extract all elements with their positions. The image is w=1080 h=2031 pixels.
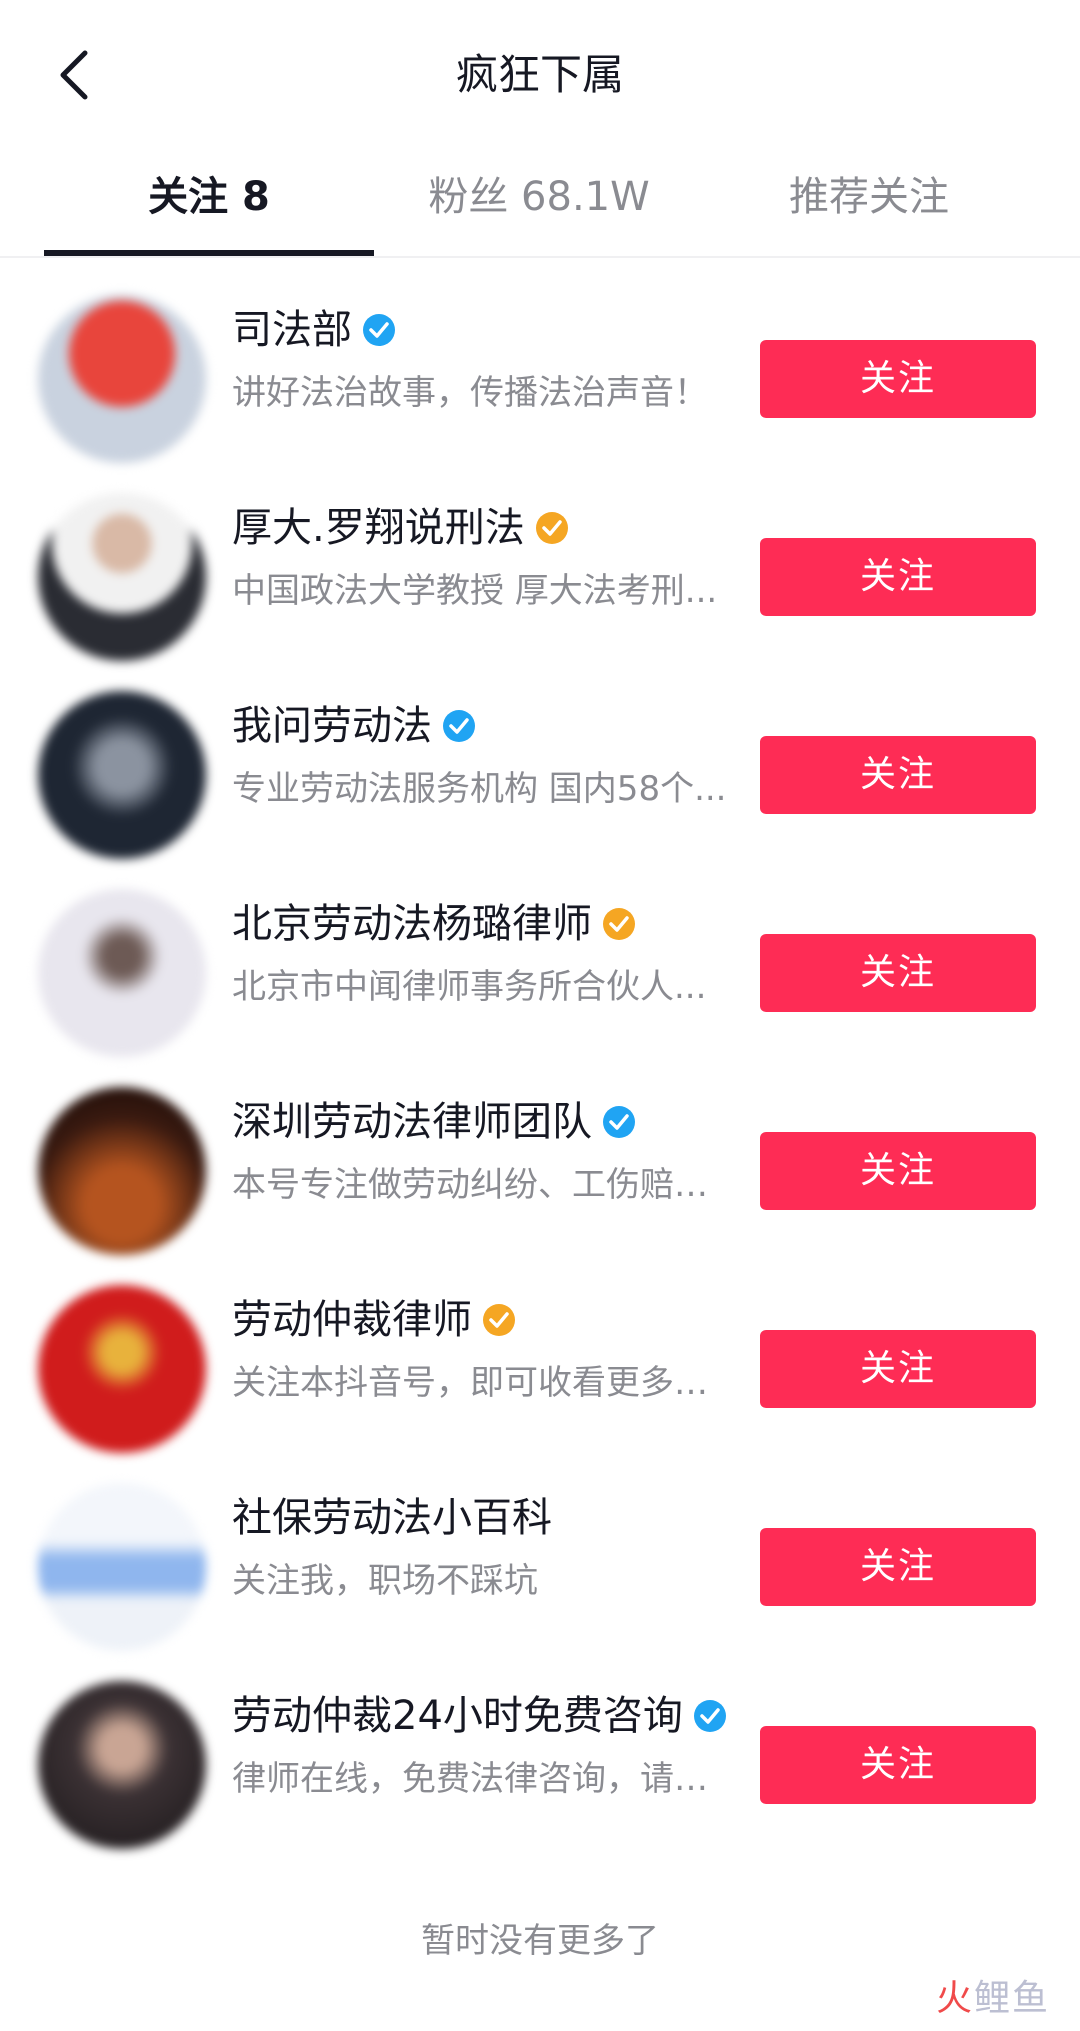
user-description: 中国政法大学教授 厚大法考刑... bbox=[232, 571, 718, 611]
tab-following[interactable]: 关注 8 bbox=[44, 170, 374, 258]
list-item[interactable]: 社保劳动法小百科 关注我，职场不踩坑 关注 bbox=[0, 1468, 1080, 1666]
follow-button[interactable]: 关注 bbox=[760, 1726, 1036, 1804]
avatar[interactable] bbox=[38, 1681, 206, 1849]
follow-button[interactable]: 关注 bbox=[760, 538, 1036, 616]
user-description: 律师在线，免费法律咨询，请【... bbox=[232, 1759, 737, 1799]
verified-badge-icon bbox=[535, 512, 568, 544]
avatar[interactable] bbox=[38, 1483, 206, 1651]
list-item[interactable]: 北京劳动法杨璐律师 北京市中闻律师事务所合伙人... 关注 bbox=[0, 874, 1080, 1072]
follow-button[interactable]: 关注 bbox=[760, 934, 1036, 1012]
user-name[interactable]: 深圳劳动法律师团队 bbox=[232, 1094, 592, 1150]
verified-badge-icon bbox=[483, 1304, 515, 1336]
user-name[interactable]: 北京劳动法杨璐律师 bbox=[232, 896, 592, 952]
page-title: 疯狂下属 bbox=[455, 50, 624, 99]
tab-recommended[interactable]: 推荐关注 bbox=[704, 170, 1034, 258]
avatar[interactable] bbox=[38, 889, 206, 1057]
watermark-logo: 火鲤鱼 bbox=[936, 1974, 1050, 2024]
avatar[interactable] bbox=[38, 1087, 206, 1255]
tab-active-indicator bbox=[44, 250, 374, 256]
tab-followers[interactable]: 粉丝 68.1W bbox=[374, 170, 704, 258]
follow-button[interactable]: 关注 bbox=[760, 1132, 1036, 1210]
list-item[interactable]: 劳动仲裁24小时免费咨询 律师在线，免费法律咨询，请【... 关注 bbox=[0, 1666, 1080, 1864]
follow-button[interactable]: 关注 bbox=[760, 736, 1036, 814]
user-description: 本号专注做劳动纠纷、工伤赔偿... bbox=[232, 1165, 737, 1205]
user-description: 讲好法治故事，传播法治声音！ bbox=[232, 373, 708, 413]
user-description: 关注本抖音号，即可收看更多劳... bbox=[232, 1363, 737, 1403]
user-name[interactable]: 社保劳动法小百科 bbox=[232, 1490, 552, 1546]
watermark-part2: 鲤鱼 bbox=[973, 1978, 1050, 2019]
follow-button[interactable]: 关注 bbox=[760, 1528, 1036, 1606]
verified-badge-icon bbox=[693, 1700, 726, 1732]
avatar[interactable] bbox=[38, 493, 206, 661]
user-description: 关注我，职场不踩坑 bbox=[232, 1561, 538, 1601]
avatar[interactable] bbox=[38, 295, 206, 463]
list-item[interactable]: 深圳劳动法律师团队 本号专注做劳动纠纷、工伤赔偿... 关注 bbox=[0, 1072, 1080, 1270]
list-item[interactable]: 厚大.罗翔说刑法 中国政法大学教授 厚大法考刑... 关注 bbox=[0, 478, 1080, 676]
avatar[interactable] bbox=[38, 1285, 206, 1453]
user-name[interactable]: 劳动仲裁24小时免费咨询 bbox=[232, 1688, 683, 1744]
tab-bar: 关注 8 粉丝 68.1W 推荐关注 bbox=[0, 150, 1080, 258]
list-item[interactable]: 司法部 讲好法治故事，传播法治声音！ 关注 bbox=[0, 280, 1080, 478]
user-description: 北京市中闻律师事务所合伙人... bbox=[232, 967, 707, 1007]
user-name[interactable]: 劳动仲裁律师 bbox=[232, 1292, 472, 1348]
verified-badge-icon bbox=[603, 908, 635, 940]
end-of-list-note: 暂时没有更多了 bbox=[421, 1921, 659, 1961]
user-description: 专业劳动法服务机构 国内58个... bbox=[232, 769, 727, 809]
list-item[interactable]: 我问劳动法 专业劳动法服务机构 国内58个... 关注 bbox=[0, 676, 1080, 874]
verified-badge-icon bbox=[443, 710, 475, 742]
avatar[interactable] bbox=[38, 691, 206, 859]
user-name[interactable]: 司法部 bbox=[232, 302, 352, 358]
watermark-part1: 火 bbox=[935, 1978, 974, 2019]
list-item[interactable]: 劳动仲裁律师 关注本抖音号，即可收看更多劳... 关注 bbox=[0, 1270, 1080, 1468]
verified-badge-icon bbox=[363, 314, 395, 346]
follow-button[interactable]: 关注 bbox=[760, 340, 1036, 418]
top-bar: 疯狂下属 bbox=[0, 0, 1080, 150]
user-name[interactable]: 厚大.罗翔说刑法 bbox=[232, 500, 525, 556]
verified-badge-icon bbox=[603, 1106, 635, 1138]
user-name[interactable]: 我问劳动法 bbox=[232, 698, 432, 754]
follow-button[interactable]: 关注 bbox=[760, 1330, 1036, 1408]
